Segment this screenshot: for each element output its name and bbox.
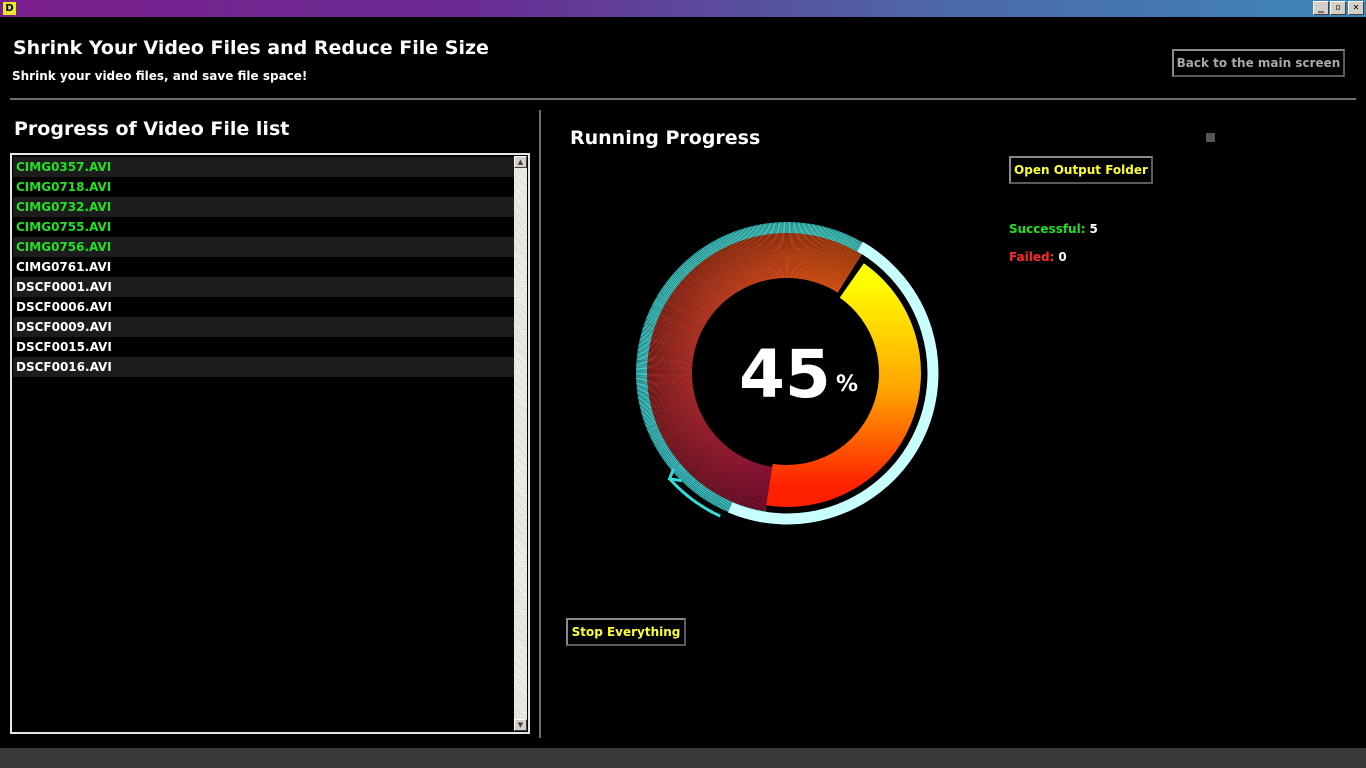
file-list-item[interactable]: CIMG0755.AVI	[13, 217, 514, 237]
gauge-tick-outer	[636, 358, 648, 361]
gauge-tick-outer	[776, 222, 778, 234]
gauge-tick-outer	[798, 222, 801, 234]
back-to-main-button[interactable]: Back to the main screen	[1172, 49, 1345, 77]
progress-percent-value: 45	[739, 336, 831, 413]
failed-count: 0	[1058, 250, 1067, 264]
file-list-item[interactable]: DSCF0009.AVI	[13, 317, 514, 337]
file-list-item[interactable]: CIMG0718.AVI	[13, 177, 514, 197]
file-list-item[interactable]: CIMG0357.AVI	[13, 157, 514, 177]
file-list-item[interactable]: DSCF0001.AVI	[13, 277, 514, 297]
minimize-button[interactable]: _	[1313, 1, 1329, 15]
gauge-tick-outer	[636, 361, 648, 364]
file-list[interactable]: CIMG0357.AVI CIMG0718.AVI CIMG0732.AVI CIMG…	[10, 153, 530, 734]
indicator-square-icon	[1206, 133, 1215, 142]
page-title: Shrink Your Video Files and Reduce File …	[13, 37, 489, 59]
stop-everything-button[interactable]: Stop Everything	[566, 618, 686, 646]
gauge-tick-outer	[778, 222, 781, 234]
gauge-tick-outer	[636, 362, 648, 365]
gauge-tick-outer	[636, 383, 648, 386]
gauge-tick-outer	[636, 381, 648, 383]
scroll-down-icon[interactable]: ▼	[514, 719, 527, 731]
page-subtitle: Shrink your video files, and save file s…	[12, 69, 308, 83]
status-bar	[0, 748, 1366, 768]
file-list-item[interactable]: CIMG0761.AVI	[13, 257, 514, 277]
file-list-item[interactable]: DSCF0006.AVI	[13, 297, 514, 317]
gauge-tick-outer	[636, 360, 648, 362]
gauge-tick-outer	[636, 364, 648, 366]
failed-stat: Failed: 0	[1009, 250, 1067, 264]
file-list-item[interactable]: CIMG0756.AVI	[13, 237, 514, 257]
successful-count: 5	[1089, 222, 1098, 236]
progress-percent-sign: %	[836, 372, 859, 397]
gauge-tick-outer	[793, 222, 796, 234]
title-bar: D _ ▫ ✕	[0, 0, 1366, 17]
gauge-tick-outer	[775, 222, 777, 234]
maximize-button[interactable]: ▫	[1330, 1, 1346, 15]
file-list-item[interactable]: DSCF0015.AVI	[13, 337, 514, 357]
successful-stat: Successful: 5	[1009, 222, 1098, 236]
gauge-tick-outer	[636, 382, 648, 385]
file-list-scrollbar[interactable]: ▲ ▼	[514, 156, 527, 731]
open-output-folder-button[interactable]: Open Output Folder	[1009, 156, 1153, 184]
close-button[interactable]: ✕	[1348, 1, 1364, 15]
file-list-item[interactable]: DSCF0016.AVI	[13, 357, 514, 377]
gauge-tick-outer	[636, 380, 648, 382]
running-progress-title: Running Progress	[570, 127, 761, 149]
gauge-tick-outer	[636, 385, 648, 388]
gauge-tick-outer	[636, 365, 648, 367]
gauge-tick-outer	[777, 222, 780, 234]
gauge-tick-outer	[794, 222, 797, 234]
app-icon: D	[3, 2, 16, 15]
file-list-title: Progress of Video File list	[14, 118, 290, 140]
gauge-tick-outer	[799, 222, 802, 234]
scroll-up-icon[interactable]: ▲	[514, 156, 527, 168]
successful-label: Successful:	[1009, 222, 1086, 236]
file-list-item[interactable]: CIMG0732.AVI	[13, 197, 514, 217]
gauge-tick-outer	[772, 222, 775, 234]
gauge-tick-outer	[796, 222, 798, 234]
gauge-tick-outer	[636, 384, 648, 387]
file-list-rows: CIMG0357.AVI CIMG0718.AVI CIMG0732.AVI CIMG…	[13, 157, 514, 377]
panel-divider	[539, 110, 541, 738]
header-divider	[10, 98, 1356, 100]
gauge-tick-outer	[797, 222, 799, 234]
failed-label: Failed:	[1009, 250, 1055, 264]
gauge-tick-outer	[773, 222, 776, 234]
